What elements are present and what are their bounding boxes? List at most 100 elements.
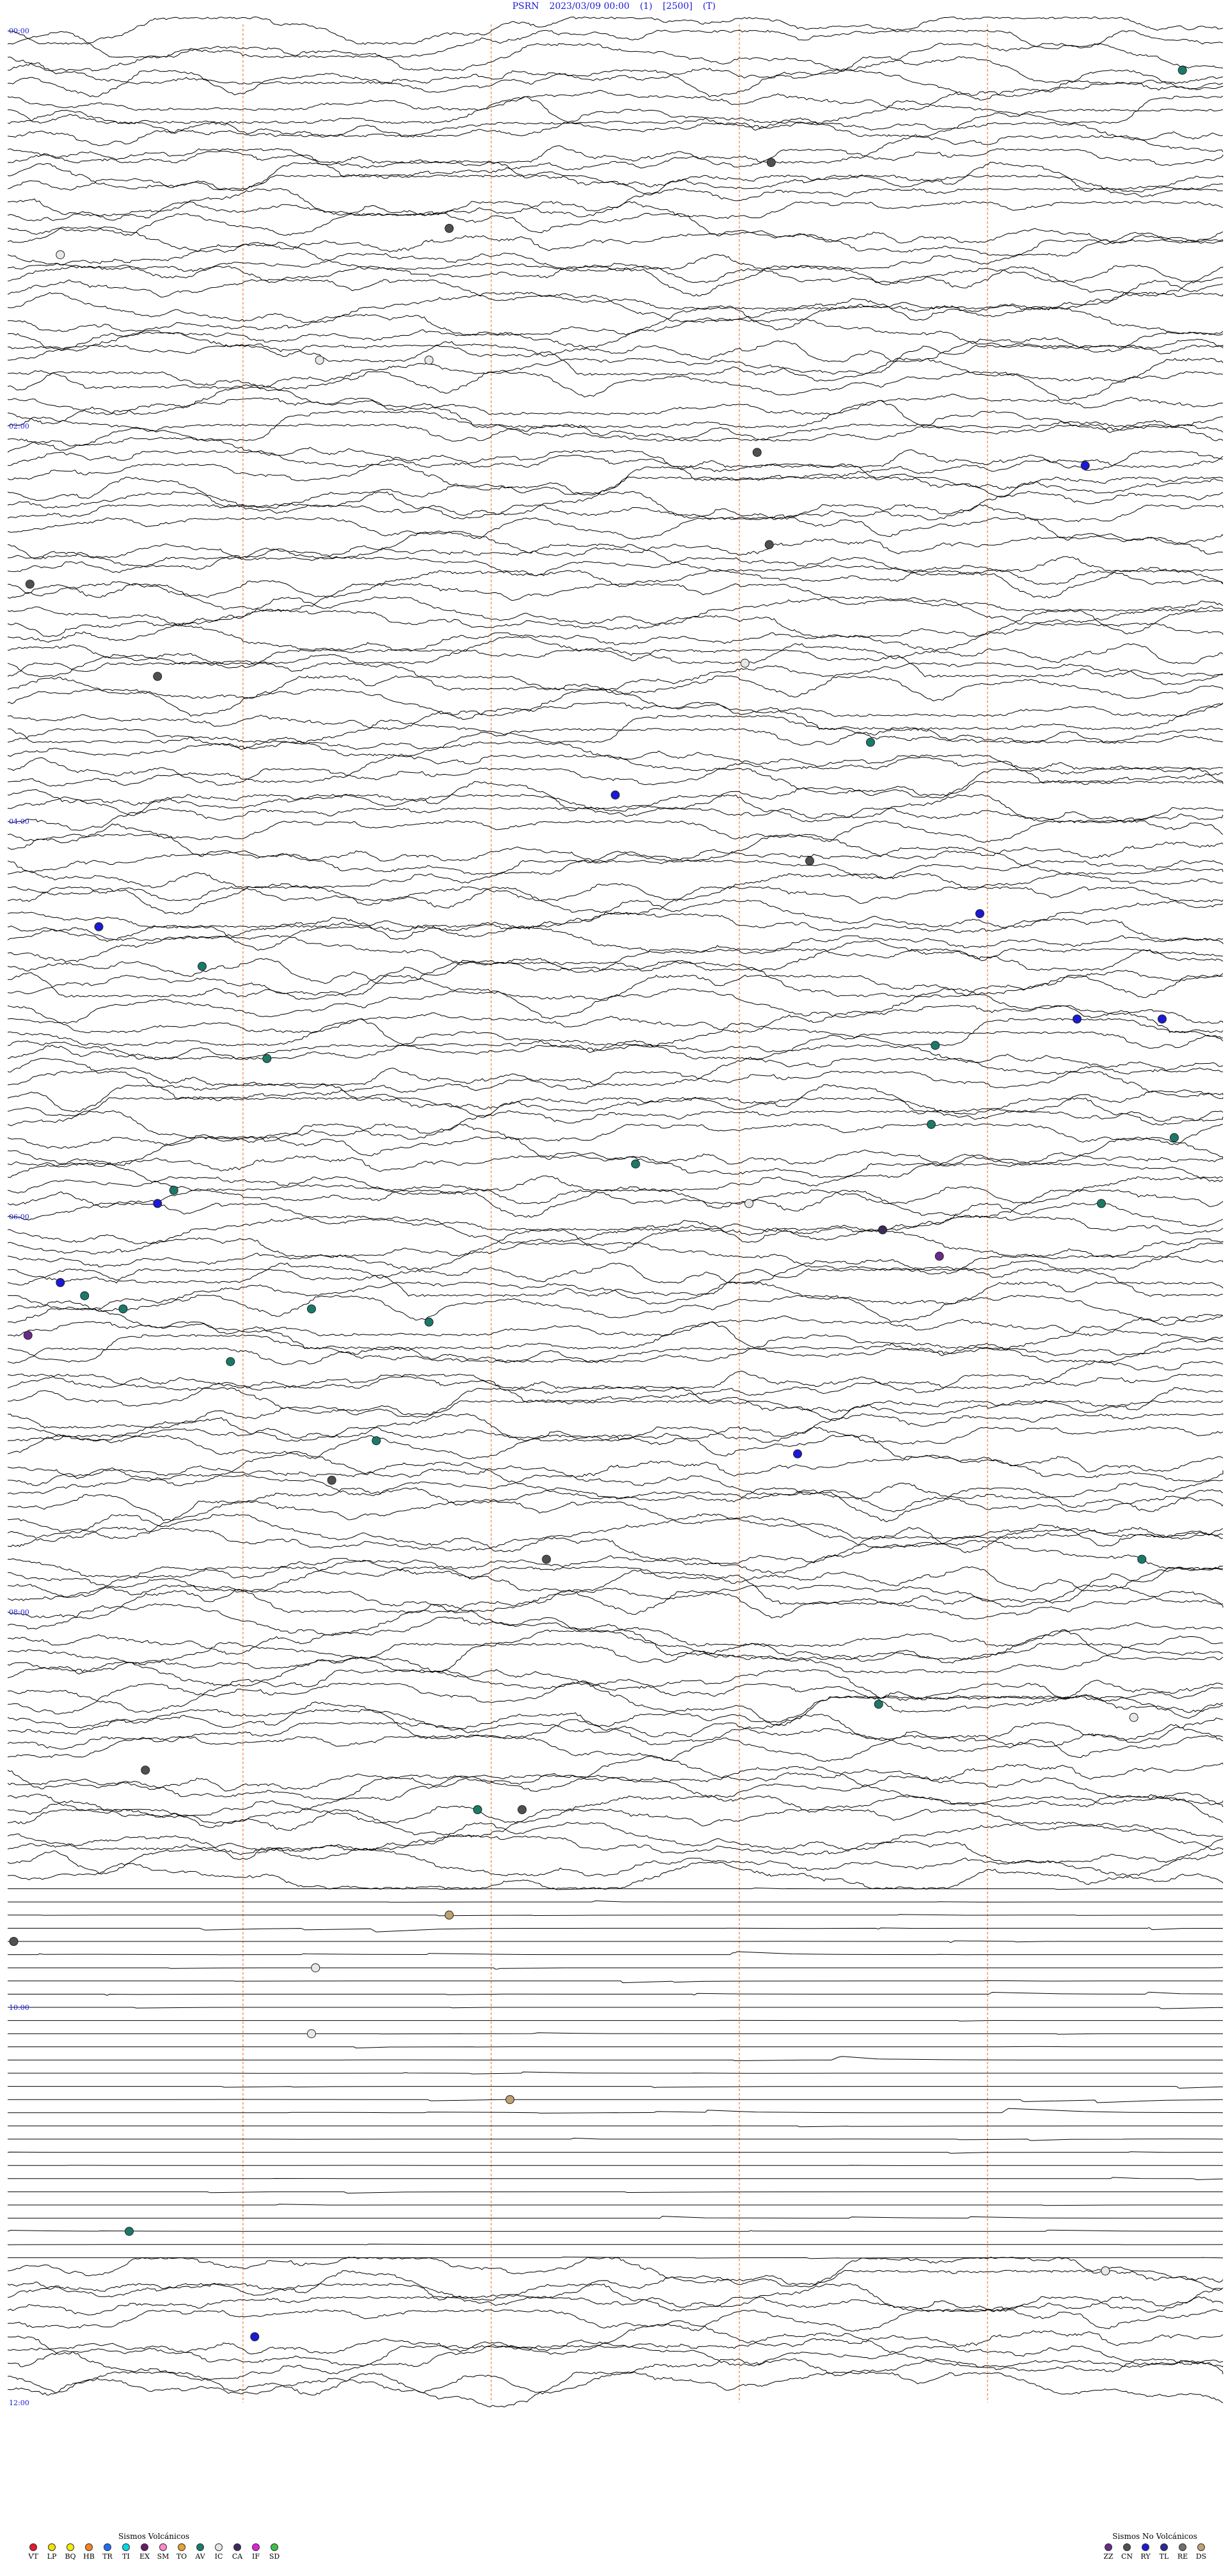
trace-line [7, 1005, 1224, 1034]
trace-line [7, 1268, 1224, 1297]
event-marker-ry [1080, 461, 1090, 470]
legend-nonvolcanic: Sismos No Volcánicos ZZ CN RY TL RE DS [1101, 2532, 1209, 2561]
header-channel: (1) [640, 1, 653, 12]
trace-line [7, 1616, 1224, 1661]
legend-nonvolcanic-items: ZZ CN RY TL RE DS [1101, 2543, 1209, 2561]
legend-dot-bq [67, 2543, 74, 2551]
trace-line [7, 570, 1224, 599]
trace-line [7, 834, 1224, 862]
trace-line [7, 1242, 1224, 1270]
trace-line [7, 741, 1224, 770]
event-marker-av [473, 1805, 482, 1814]
trace-line [7, 1822, 1224, 1851]
trace-line [7, 2320, 1224, 2355]
legend-volcanic-item-ca: CA [230, 2543, 245, 2561]
event-marker-ic [56, 250, 65, 260]
trace-line [7, 1656, 1224, 1700]
event-marker-av [372, 1436, 381, 1446]
event-marker-ic [307, 2029, 316, 2039]
event-marker-av [866, 738, 875, 747]
trace-line [7, 1347, 1224, 1365]
trace-line [7, 83, 1224, 111]
hour-label: 02:00 [9, 422, 29, 431]
trace-line [7, 1400, 1224, 1429]
trace-line [7, 583, 1224, 612]
station-code: PSRN [512, 1, 539, 12]
legend-code-label: RY [1140, 2552, 1151, 2561]
trace-line [7, 95, 1224, 124]
trace-line [7, 1018, 1224, 1047]
legend-code-label: SD [269, 2552, 280, 2561]
helicorder-plot: 00:00 02:00 04:00 06:00 08:00 10:00 12:00 [7, 16, 1224, 2408]
legend-dot-ex [141, 2543, 148, 2551]
event-marker-av [1097, 1199, 1106, 1208]
trace-line [7, 622, 1224, 651]
event-marker-cn [542, 1554, 551, 1564]
legend-dot-if [252, 2543, 260, 2551]
event-marker-ry [56, 1278, 65, 1287]
trace-line [7, 318, 1224, 349]
legend-dot-ca [233, 2543, 241, 2551]
legend-dot-ry [1142, 2543, 1149, 2551]
legend-code-label: SM [157, 2552, 169, 2561]
trace-line [7, 371, 1224, 402]
legend-volcanic-item-bq: BQ [63, 2543, 78, 2561]
trace-line [7, 450, 1224, 481]
legend-code-label: DS [1195, 2552, 1207, 2561]
legend-code-label: RE [1177, 2552, 1188, 2561]
event-marker-av [424, 1317, 434, 1327]
trace-line [7, 543, 1224, 572]
trace-line [8, 2204, 1223, 2206]
event-marker-ry [793, 1449, 802, 1458]
legend-dot-av [196, 2543, 204, 2551]
trace-line [7, 384, 1224, 415]
trace-line [7, 1848, 1224, 1877]
trace-line [7, 1513, 1224, 1553]
legend-nonvolcanic-title: Sismos No Volcánicos [1112, 2532, 1197, 2541]
legend-volcanic-item-ti: TI [118, 2543, 134, 2561]
trace-line [7, 279, 1224, 310]
legend-volcanic-item-sd: SD [267, 2543, 282, 2561]
trace-line [7, 226, 1224, 257]
event-marker-ca [878, 1225, 887, 1235]
trace-line [8, 1914, 1224, 1916]
trace-line [8, 2086, 1224, 2089]
legend-dot-sd [271, 2543, 278, 2551]
trace-line [7, 1474, 1224, 1513]
event-marker-ry [975, 909, 984, 919]
legend-volcanic-item-ex: EX [137, 2543, 152, 2561]
legend-code-label: HB [83, 2552, 95, 2561]
trace-line [7, 175, 1224, 196]
event-marker-av [1170, 1133, 1179, 1142]
event-marker-av [226, 1357, 235, 1366]
trace-line [7, 201, 1224, 221]
trace-line [7, 1682, 1224, 1727]
trace-line [7, 974, 1224, 1000]
legend-nonvolcanic-item-zz: ZZ [1101, 2543, 1116, 2561]
event-marker-ry [611, 790, 620, 800]
trace-line [8, 2216, 1223, 2219]
trace-line [7, 1835, 1224, 1863]
legend-dot-sm [159, 2543, 167, 2551]
trace-line [8, 2019, 1223, 2022]
trace-line [8, 1887, 1224, 1890]
trace-line [7, 530, 1224, 559]
hour-label: 10:00 [9, 2003, 29, 2012]
event-marker-ry [1158, 1015, 1167, 1023]
trace-line [7, 1057, 1224, 1086]
event-marker-av [874, 1700, 883, 1709]
trace-line [7, 1643, 1224, 1687]
header-scale: [2500] [663, 1, 693, 12]
trace-line [7, 2296, 1224, 2316]
trace-line [8, 1900, 1223, 1903]
legend-code-label: VT [28, 2552, 38, 2561]
header-datetime: 2023/03/09 00:00 [549, 1, 630, 12]
legend-code-label: IF [252, 2552, 260, 2561]
trace-line [7, 1203, 1224, 1231]
event-marker-ic [740, 658, 750, 668]
event-marker-cn [766, 158, 776, 167]
trace-line [7, 1808, 1224, 1837]
trace-line [7, 135, 1224, 164]
trace-line [8, 1940, 1223, 1943]
trace-line [7, 754, 1224, 783]
